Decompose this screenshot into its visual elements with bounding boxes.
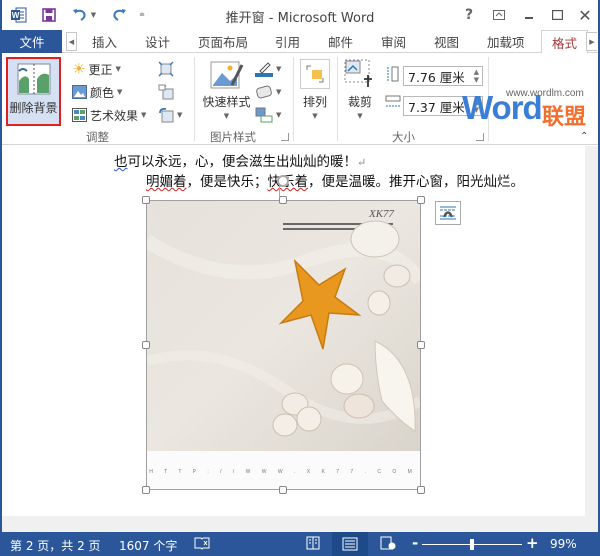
help-icon[interactable]: ? (458, 6, 480, 24)
height-icon (385, 64, 399, 84)
tab-design[interactable]: 设计 (145, 30, 170, 53)
minimize-icon[interactable] (518, 6, 540, 24)
corrections-button[interactable]: ☀ 更正 ▼ (72, 59, 121, 79)
ribbon: 删除背景 ☀ 更正 ▼ 颜色 ▼ 艺术效果 ▼ ▼ 调整 快速样式 ▼ ▼ ▼ … (2, 53, 598, 145)
zoom-out-button[interactable]: - (412, 534, 418, 552)
adjust-group-label: 调整 (86, 130, 109, 144)
tab-references[interactable]: 引用 (275, 30, 300, 53)
layout-options-button[interactable] (435, 201, 461, 225)
print-layout-icon (342, 537, 358, 551)
web-layout-icon[interactable] (380, 536, 396, 553)
tab-review[interactable]: 审阅 (381, 30, 406, 53)
sun-icon: ☀ (72, 60, 86, 78)
group-separator (194, 57, 195, 141)
image-title-text: XK77 (368, 208, 395, 220)
document-area: 也可以永远，心，便会滋生出灿灿的暖！↵ 明媚着，便是快乐；快乐着，便是温暖。推开… (2, 146, 598, 532)
artistic-effects-icon (72, 108, 87, 122)
change-picture-button[interactable] (158, 82, 174, 102)
height-spinner[interactable]: 7.76 厘米 ▲ ▼ (403, 66, 483, 86)
selected-picture[interactable]: XK77 H T T P : / / W W W . X K 7 7 . C O… (143, 200, 426, 490)
tab-format[interactable]: 格式 (541, 30, 589, 54)
resize-handle-left[interactable] (142, 341, 150, 349)
maximize-icon[interactable] (546, 6, 568, 24)
ribbon-tabs: 文件 ◀ 插入 设计 页面布局 引用 邮件 审阅 视图 加载项 格式 ▶ (2, 30, 598, 54)
tab-page-layout[interactable]: 页面布局 (198, 30, 248, 53)
watermark-word: Word (462, 89, 543, 126)
arrange-button[interactable]: 排列 ▼ (298, 59, 332, 120)
ribbon-display-options-icon[interactable] (488, 6, 510, 24)
quick-styles-icon (210, 61, 243, 89)
change-picture-icon (158, 84, 174, 100)
rotation-connector (279, 186, 280, 198)
tab-file[interactable]: 文件 (2, 30, 62, 53)
resize-handle-bottom[interactable] (279, 486, 287, 494)
word-window: W ▼ ⩧ 推开窗 - Microsoft Word ? ✕ 文件 ◀ 插入 设… (0, 0, 600, 556)
size-launcher-icon[interactable] (476, 133, 484, 141)
group-separator (293, 57, 294, 141)
tab-scroll-left-icon[interactable]: ◀ (66, 32, 77, 51)
resize-handle-top-left[interactable] (142, 196, 150, 204)
compress-pictures-icon (158, 61, 174, 77)
size-group-label: 大小 (392, 130, 415, 144)
picture-styles-launcher-icon[interactable] (281, 133, 289, 141)
height-spin-arrows-icon[interactable]: ▲ ▼ (474, 68, 479, 84)
compress-pictures-button[interactable] (158, 59, 174, 79)
tab-scroll-right-icon[interactable]: ▶ (586, 32, 597, 51)
close-icon[interactable]: ✕ (574, 6, 596, 25)
picture-layout-button[interactable]: ▼ (255, 105, 281, 125)
document-page[interactable]: 也可以永远，心，便会滋生出灿灿的暖！↵ 明媚着，便是快乐；快乐着，便是温暖。推开… (2, 146, 585, 516)
resize-handle-top[interactable] (279, 196, 287, 204)
remove-background-button[interactable]: 删除背景 (6, 57, 61, 126)
color-button[interactable]: 颜色 ▼ (72, 82, 122, 102)
vertical-scrollbar[interactable] (585, 146, 598, 532)
status-bar: 第 2 页，共 2 页 1607 个字 - + 99% (2, 532, 600, 556)
arrange-icon (300, 59, 330, 89)
crop-icon (344, 59, 372, 87)
resize-handle-bottom-right[interactable] (417, 486, 425, 494)
group-separator (337, 57, 338, 141)
tab-mailings[interactable]: 邮件 (328, 30, 353, 53)
tab-view[interactable]: 视图 (434, 30, 459, 53)
color-icon (72, 85, 87, 99)
width-icon (385, 92, 401, 112)
resize-handle-bottom-left[interactable] (142, 486, 150, 494)
word-count[interactable]: 1607 个字 (119, 537, 177, 554)
zoom-slider-thumb[interactable] (470, 539, 474, 550)
collapse-ribbon-icon[interactable]: ⌃ (580, 131, 588, 142)
picture-styles-group-label: 图片样式 (210, 130, 256, 144)
page-info[interactable]: 第 2 页，共 2 页 (10, 537, 101, 554)
zoom-level[interactable]: 99% (550, 537, 577, 551)
artistic-effects-button[interactable]: 艺术效果 ▼ (72, 105, 146, 125)
tab-insert[interactable]: 插入 (92, 30, 117, 53)
image-caption: H T T P : / / W W W . X K 7 7 . C O M (149, 469, 417, 475)
starfish-picture: XK77 H T T P : / / W W W . X K 7 7 . C O… (143, 201, 426, 489)
picture-border-button[interactable]: ▼ (255, 59, 281, 79)
paragraph-line-2[interactable]: 明媚着，便是快乐；快乐着，便是温暖。推开心窗，阳光灿烂。 (146, 170, 524, 190)
quick-styles-button[interactable]: 快速样式 ▼ (199, 59, 254, 120)
watermark-brand: 联盟 (542, 105, 587, 130)
reset-picture-icon (159, 107, 174, 123)
zoom-in-button[interactable]: + (526, 534, 539, 552)
paragraph-line-1[interactable]: 也可以永远，心，便会滋生出灿灿的暖！↵ (114, 150, 366, 170)
picture-border-icon (255, 62, 273, 77)
remove-background-icon (17, 63, 50, 95)
picture-effects-icon (256, 85, 272, 99)
title-bar: W ▼ ⩧ 推开窗 - Microsoft Word ? ✕ (2, 0, 598, 30)
read-mode-icon[interactable] (306, 536, 320, 553)
picture-layout-icon (255, 107, 273, 123)
crop-button[interactable]: 裁剪 ▼ (342, 59, 378, 120)
reset-picture-button[interactable]: ▼ (158, 105, 182, 125)
picture-effects-button[interactable]: ▼ (255, 82, 281, 102)
layout-options-icon (440, 206, 456, 220)
print-layout-button[interactable] (332, 532, 368, 556)
tab-addins[interactable]: 加载项 (487, 30, 525, 53)
paragraph-mark-icon: ↵ (357, 156, 367, 169)
proofing-icon[interactable] (194, 536, 210, 553)
resize-handle-right[interactable] (417, 341, 425, 349)
resize-handle-top-right[interactable] (417, 196, 425, 204)
